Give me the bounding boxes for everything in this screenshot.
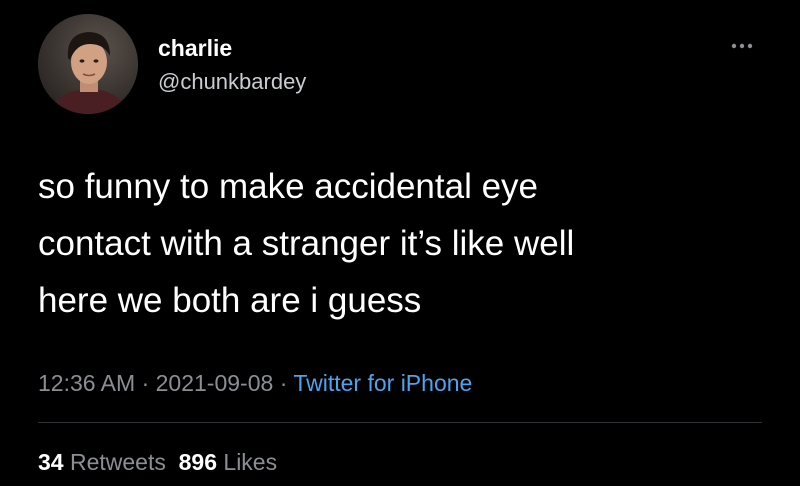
meta-separator: · [141,370,150,396]
meta-separator: · [279,370,288,396]
tweet-text: so funny to make accidental eye contact … [38,158,738,329]
tweet-card: charlie @chunkbardey so funny to make ac… [0,0,800,486]
more-options-button[interactable] [726,34,758,58]
divider [38,422,762,423]
likes-count: 896 [178,449,218,475]
tweet-time[interactable]: 12:36 AM [38,370,135,396]
author-display-name[interactable]: charlie [158,34,232,62]
likes-stat[interactable]: 896 Likes [179,449,277,475]
tweet-stats: 34 Retweets 896 Likes [38,447,277,477]
tweet-text-line: so funny to make accidental eye [38,167,539,206]
tweet-source-link[interactable]: Twitter for iPhone [293,370,472,396]
retweets-label: Retweets [69,449,166,475]
likes-label: Likes [223,449,278,475]
more-horizontal-icon [731,43,753,49]
avatar-photo [38,14,138,114]
tweet-text-line: contact with a stranger it’s like well [38,224,575,263]
tweet-meta: 12:36 AM · 2021-09-08 · Twitter for iPho… [38,368,472,398]
avatar[interactable] [38,14,138,114]
author-handle[interactable]: @chunkbardey [158,68,306,96]
retweets-stat[interactable]: 34 Retweets [38,449,166,475]
tweet-date[interactable]: 2021-09-08 [156,370,274,396]
tweet-text-line: here we both are i guess [38,281,422,320]
retweets-count: 34 [38,449,64,475]
